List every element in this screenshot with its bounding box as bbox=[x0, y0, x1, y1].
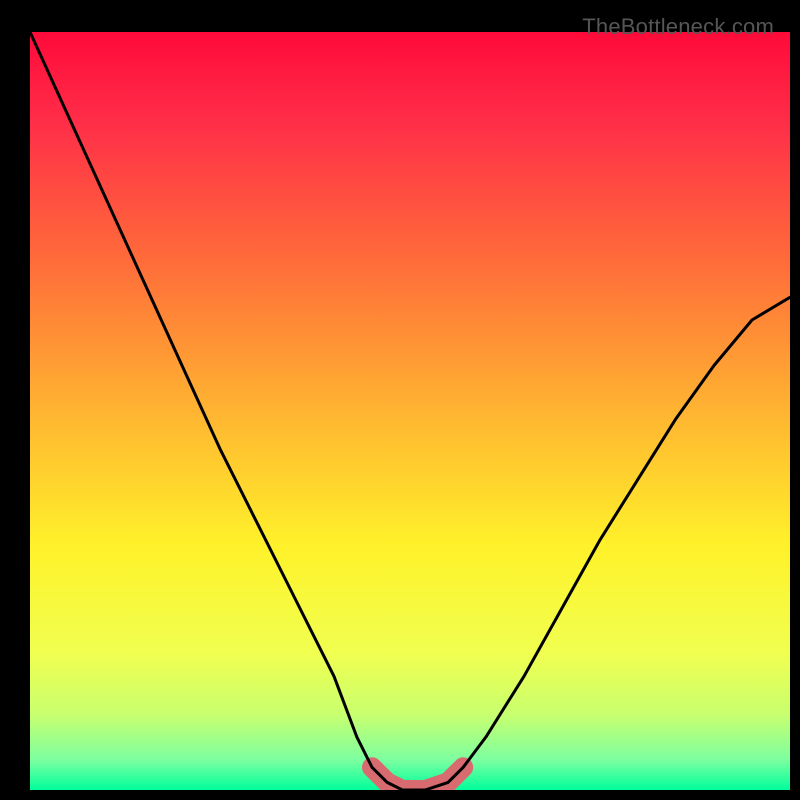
chart-frame: TheBottleneck.com bbox=[10, 10, 790, 790]
plot-area bbox=[30, 32, 790, 790]
gradient-background bbox=[30, 32, 790, 790]
watermark-text: TheBottleneck.com bbox=[582, 14, 774, 40]
bottleneck-chart bbox=[30, 32, 790, 790]
